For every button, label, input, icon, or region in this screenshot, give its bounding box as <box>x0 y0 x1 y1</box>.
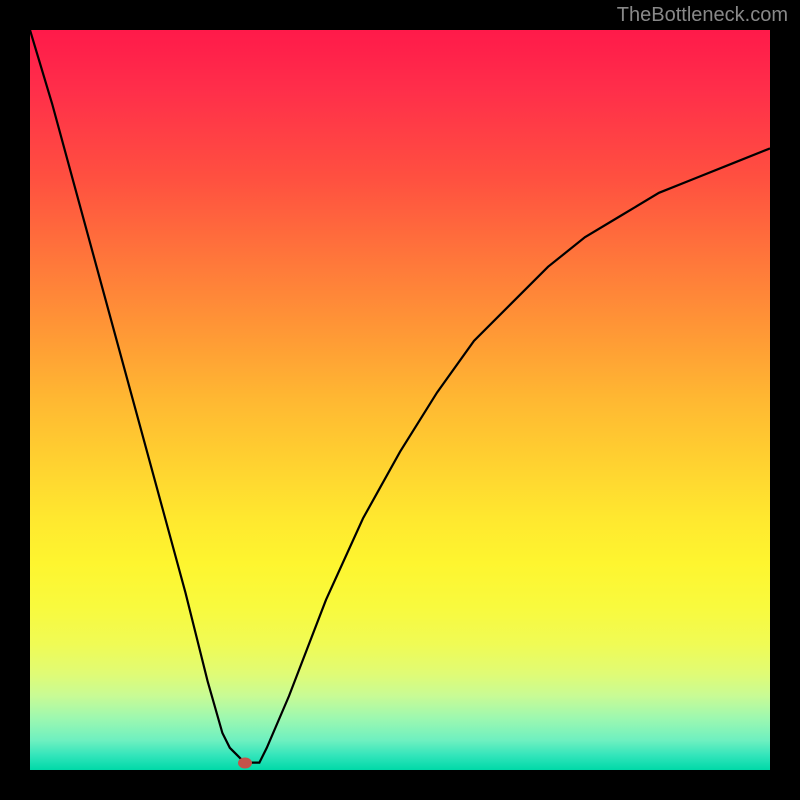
optimal-point-marker <box>238 757 252 768</box>
curve-svg <box>30 30 770 770</box>
watermark-text: TheBottleneck.com <box>617 4 788 27</box>
plot-area <box>30 30 770 770</box>
bottleneck-curve <box>30 30 770 763</box>
